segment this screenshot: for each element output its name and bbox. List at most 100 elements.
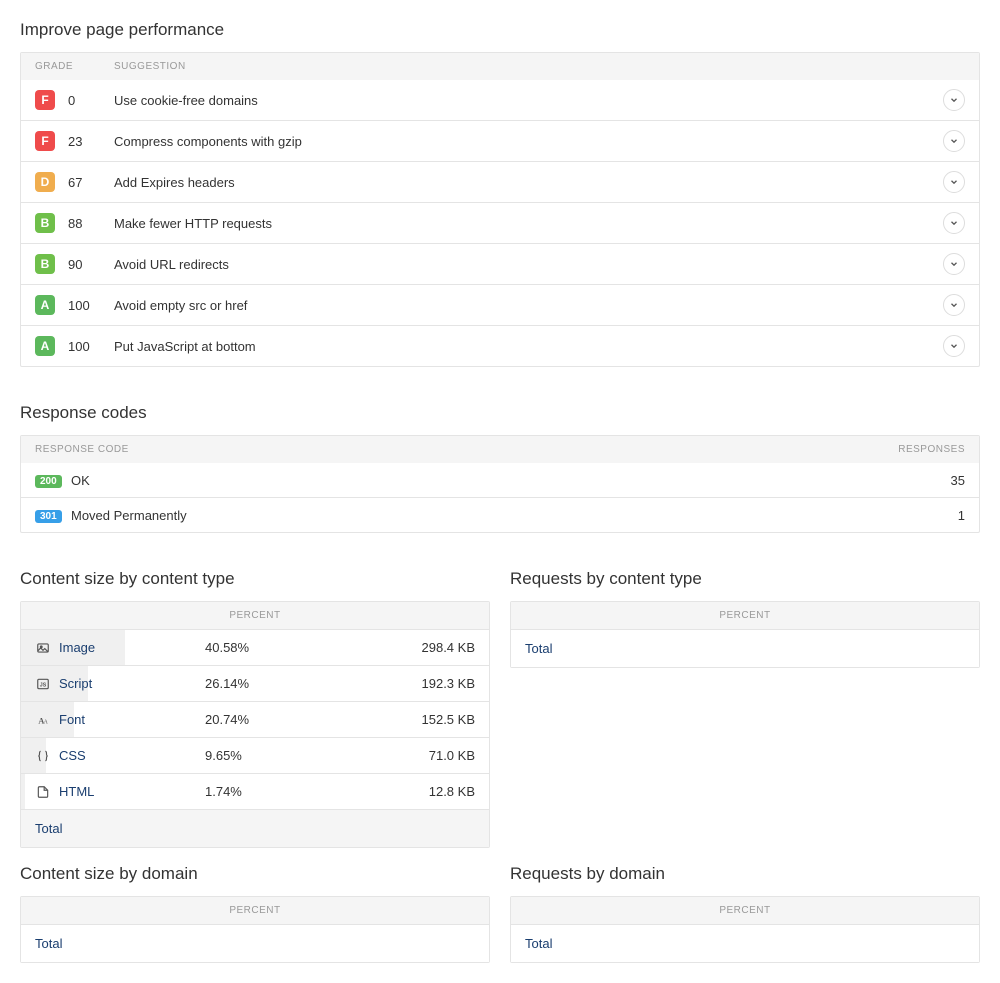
total-label: Total bbox=[525, 641, 552, 656]
content-size-domain-header: PERCENT bbox=[21, 897, 489, 924]
content-size-type-total[interactable]: Total bbox=[21, 809, 489, 847]
expand-button[interactable] bbox=[943, 171, 965, 193]
grade-badge: F bbox=[35, 131, 55, 151]
svg-text:A: A bbox=[44, 719, 49, 725]
code-count: 35 bbox=[905, 473, 965, 488]
suggestion-cell: Add Expires headers bbox=[114, 175, 933, 190]
type-cell: AAFont bbox=[21, 703, 191, 736]
performance-row[interactable]: B90Avoid URL redirects bbox=[21, 243, 979, 284]
size-cell: 12.8 KB bbox=[311, 775, 489, 808]
chevron-down-icon bbox=[949, 298, 959, 313]
expand-button[interactable] bbox=[943, 253, 965, 275]
percent-cell: 40.58% bbox=[191, 631, 311, 664]
score-cell: 67 bbox=[68, 175, 114, 190]
performance-row[interactable]: B 88Make fewer HTTP requests bbox=[21, 202, 979, 243]
content-type-row[interactable]: CSS 9.65%71.0 KB bbox=[21, 737, 489, 773]
type-label: Font bbox=[59, 712, 85, 727]
content-type-row[interactable]: Image40.58%298.4 KB bbox=[21, 629, 489, 665]
chevron-down-icon bbox=[949, 339, 959, 354]
type-label: CSS bbox=[59, 748, 86, 763]
suggestion-cell: Make fewer HTTP requests bbox=[114, 216, 933, 231]
content-size-type-section: Content size by content type PERCENT Ima… bbox=[20, 569, 490, 848]
performance-row[interactable]: D 67Add Expires headers bbox=[21, 161, 979, 202]
header-percent: PERCENT bbox=[719, 610, 770, 621]
size-cell: 298.4 KB bbox=[311, 631, 489, 664]
image-icon bbox=[35, 641, 51, 655]
header-suggestion: SUGGESTION bbox=[114, 61, 965, 72]
grade-badge: B bbox=[35, 213, 55, 233]
type-cell: HTML bbox=[21, 775, 191, 808]
response-codes-header: RESPONSE CODE RESPONSES bbox=[21, 436, 979, 463]
expand-button[interactable] bbox=[943, 294, 965, 316]
expand-button[interactable] bbox=[943, 212, 965, 234]
percent-cell: 9.65% bbox=[191, 739, 311, 772]
requests-type-total[interactable]: Total bbox=[511, 629, 979, 667]
response-code-row[interactable]: 200OK35 bbox=[21, 463, 979, 497]
type-cell: CSS bbox=[21, 739, 191, 772]
type-breakdown-row: Content size by content type PERCENT Ima… bbox=[20, 569, 980, 848]
content-type-row[interactable]: JSScript26.14%192.3 KB bbox=[21, 665, 489, 701]
grade-cell: B bbox=[35, 254, 68, 274]
grade-badge: F bbox=[35, 90, 55, 110]
grade-cell: B bbox=[35, 213, 68, 233]
requests-type-section: Requests by content type PERCENT Total bbox=[510, 569, 980, 848]
chevron-down-icon bbox=[949, 93, 959, 108]
content-size-domain-section: Content size by domain PERCENT Total bbox=[20, 864, 490, 963]
requests-domain-total[interactable]: Total bbox=[511, 924, 979, 962]
code-cell: 200 bbox=[35, 472, 71, 488]
content-type-row[interactable]: HTML1.74%12.8 KB bbox=[21, 773, 489, 809]
expand-button[interactable] bbox=[943, 130, 965, 152]
svg-text:JS: JS bbox=[40, 682, 47, 688]
content-type-row[interactable]: AAFont20.74%152.5 KB bbox=[21, 701, 489, 737]
header-response-code: RESPONSE CODE bbox=[35, 444, 898, 455]
expand-button[interactable] bbox=[943, 335, 965, 357]
grade-badge: A bbox=[35, 295, 55, 315]
grade-badge: A bbox=[35, 336, 55, 356]
score-cell: 88 bbox=[68, 216, 114, 231]
percent-cell: 26.14% bbox=[191, 667, 311, 700]
grade-badge: D bbox=[35, 172, 55, 192]
total-label: Total bbox=[35, 936, 62, 951]
expand-button[interactable] bbox=[943, 89, 965, 111]
suggestion-cell: Avoid empty src or href bbox=[114, 298, 933, 313]
content-size-domain-table: PERCENT Total bbox=[20, 896, 490, 963]
performance-row[interactable]: F0Use cookie-free domains bbox=[21, 80, 979, 120]
response-code-row[interactable]: 301Moved Permanently1 bbox=[21, 497, 979, 532]
grade-cell: F bbox=[35, 131, 68, 151]
type-cell: JSScript bbox=[21, 667, 191, 700]
suggestion-cell: Use cookie-free domains bbox=[114, 93, 933, 108]
size-cell: 71.0 KB bbox=[311, 739, 489, 772]
performance-row[interactable]: A100Put JavaScript at bottom bbox=[21, 325, 979, 366]
content-size-type-header: PERCENT bbox=[21, 602, 489, 629]
performance-row[interactable]: A100Avoid empty src or href bbox=[21, 284, 979, 325]
code-count: 1 bbox=[905, 508, 965, 523]
suggestion-cell: Compress components with gzip bbox=[114, 134, 933, 149]
requests-type-title: Requests by content type bbox=[510, 569, 980, 589]
header-responses: RESPONSES bbox=[898, 444, 965, 455]
requests-domain-table: PERCENT Total bbox=[510, 896, 980, 963]
header-percent: PERCENT bbox=[229, 905, 280, 916]
grade-cell: A bbox=[35, 295, 68, 315]
performance-section: Improve page performance GRADE SUGGESTIO… bbox=[20, 20, 980, 367]
header-percent: PERCENT bbox=[719, 905, 770, 916]
size-cell: 192.3 KB bbox=[311, 667, 489, 700]
header-percent: PERCENT bbox=[229, 610, 280, 621]
chevron-down-icon bbox=[949, 257, 959, 272]
performance-row[interactable]: F 23Compress components with gzip bbox=[21, 120, 979, 161]
response-codes-table: RESPONSE CODE RESPONSES 200OK35301Moved … bbox=[20, 435, 980, 533]
content-size-type-table: PERCENT Image40.58%298.4 KBJSScript26.14… bbox=[20, 601, 490, 848]
percent-cell: 20.74% bbox=[191, 703, 311, 736]
chevron-down-icon bbox=[949, 175, 959, 190]
content-size-domain-total[interactable]: Total bbox=[21, 924, 489, 962]
content-size-type-title: Content size by content type bbox=[20, 569, 490, 589]
score-cell: 23 bbox=[68, 134, 114, 149]
score-cell: 100 bbox=[68, 339, 114, 354]
performance-table: GRADE SUGGESTION F0Use cookie-free domai… bbox=[20, 52, 980, 367]
requests-domain-title: Requests by domain bbox=[510, 864, 980, 884]
code-badge: 200 bbox=[35, 475, 62, 488]
script-icon: JS bbox=[35, 677, 51, 691]
type-cell: Image bbox=[21, 631, 191, 664]
score-cell: 0 bbox=[68, 93, 114, 108]
performance-title: Improve page performance bbox=[20, 20, 980, 40]
response-codes-title: Response codes bbox=[20, 403, 980, 423]
